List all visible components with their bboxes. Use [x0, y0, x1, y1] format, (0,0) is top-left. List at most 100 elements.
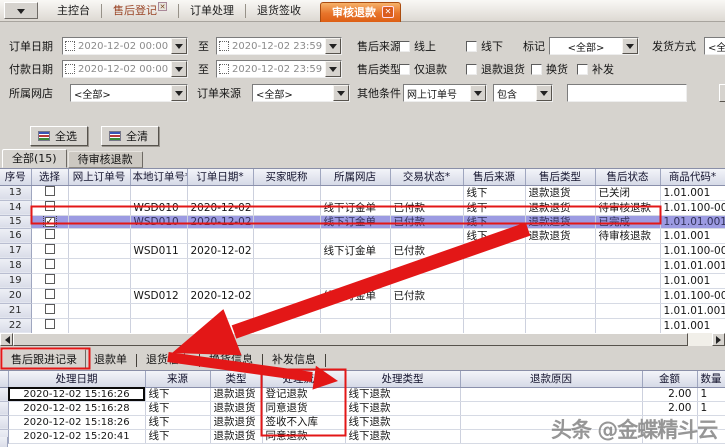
- row-select-cell[interactable]: [31, 185, 68, 200]
- dropdown-button[interactable]: [171, 85, 187, 101]
- table-row[interactable]: 181.01.01.001: [0, 258, 725, 273]
- table-row[interactable]: 14WSD0102020-12-02 15线下订金单已付款线下退款退货待审核退款…: [0, 200, 725, 215]
- column-header[interactable]: 售后状态: [595, 169, 660, 185]
- filter-checkbox[interactable]: 线上: [399, 38, 436, 54]
- scroll-left-button[interactable]: [0, 333, 13, 346]
- row-checkbox[interactable]: [45, 217, 55, 227]
- tab-active[interactable]: 审核退款✕: [320, 2, 401, 22]
- tab-item[interactable]: 售后登记✕: [102, 0, 178, 22]
- ship-method-combo[interactable]: <全部: [704, 37, 725, 55]
- table-row[interactable]: 211.01.01.001: [0, 303, 725, 318]
- column-header[interactable]: 网上订单号: [68, 169, 130, 185]
- column-header[interactable]: 买家昵称: [253, 169, 320, 185]
- column-header[interactable]: 类型: [210, 371, 262, 387]
- date-enable-checkbox[interactable]: [219, 64, 229, 74]
- bottom-tab[interactable]: 退款单: [86, 351, 135, 369]
- row-select-cell[interactable]: [31, 258, 68, 273]
- checkbox-box[interactable]: [531, 64, 542, 75]
- row-select-cell[interactable]: [31, 318, 68, 333]
- other-condition-input[interactable]: [567, 84, 687, 102]
- dropdown-button[interactable]: [325, 38, 341, 54]
- column-header[interactable]: 处理类型: [345, 371, 460, 387]
- view-tab[interactable]: 全部(15): [2, 149, 67, 168]
- checkbox-box[interactable]: [577, 64, 588, 75]
- row-checkbox[interactable]: [45, 259, 55, 269]
- row-checkbox[interactable]: [45, 289, 55, 299]
- column-header[interactable]: 售后类型: [525, 169, 595, 185]
- order-source-combo[interactable]: <全部>: [252, 84, 350, 102]
- log-row[interactable]: 2020-12-02 15:16:28线下退款退货同意退货线下退款2.001: [0, 401, 725, 415]
- table-row[interactable]: 221.01.001: [0, 318, 725, 333]
- dropdown-button[interactable]: [171, 61, 187, 77]
- clipped-button[interactable]: [719, 84, 725, 102]
- scroll-right-button[interactable]: [712, 333, 725, 346]
- close-icon[interactable]: ✕: [382, 6, 394, 18]
- dropdown-button[interactable]: [470, 85, 486, 101]
- row-select-cell[interactable]: [31, 228, 68, 243]
- view-tab[interactable]: 待审核退款: [68, 151, 143, 168]
- column-header[interactable]: 选择: [31, 169, 68, 185]
- bottom-tab[interactable]: 退货信息: [138, 351, 198, 369]
- table-row[interactable]: 191.01.001: [0, 273, 725, 288]
- dropdown-button[interactable]: [333, 85, 349, 101]
- column-header[interactable]: 处理流程: [262, 371, 345, 387]
- tab-list-dropdown-button[interactable]: [4, 2, 38, 19]
- pay-date-to-combo[interactable]: 2020-12-02 23:59: [216, 60, 342, 78]
- dropdown-button[interactable]: [622, 38, 638, 54]
- bottom-tab[interactable]: 换货信息: [201, 351, 261, 369]
- other-field-combo[interactable]: 网上订单号: [403, 84, 487, 102]
- dropdown-button[interactable]: [536, 85, 552, 101]
- filter-checkbox[interactable]: 补发: [577, 61, 614, 77]
- other-operator-combo[interactable]: 包含: [493, 84, 553, 102]
- select-all-button[interactable]: 全选: [30, 126, 88, 146]
- row-checkbox[interactable]: [45, 229, 55, 239]
- close-icon[interactable]: ✕: [158, 2, 167, 11]
- column-header[interactable]: 商品代码*: [660, 169, 725, 185]
- column-header[interactable]: 数量: [697, 371, 725, 387]
- clear-all-button[interactable]: 全清: [101, 126, 159, 146]
- filter-checkbox[interactable]: 仅退款: [399, 61, 447, 77]
- date-enable-checkbox[interactable]: [65, 64, 75, 74]
- table-row[interactable]: 20WSD0122020-12-02 15线下订金单已付款1.01.100-00…: [0, 288, 725, 303]
- order-date-to-combo[interactable]: 2020-12-02 23:59: [216, 37, 342, 55]
- checkbox-box[interactable]: [399, 64, 410, 75]
- filter-checkbox[interactable]: 线下: [466, 38, 503, 54]
- log-row[interactable]: 2020-12-02 15:16:26线下退款退货登记退款线下退款2.001: [0, 387, 725, 401]
- dropdown-button[interactable]: [171, 38, 187, 54]
- tab-item[interactable]: 订单处理: [179, 0, 245, 22]
- pay-date-from-combo[interactable]: 2020-12-02 00:00: [62, 60, 188, 78]
- column-header[interactable]: 退款原因: [460, 371, 642, 387]
- row-select-cell[interactable]: [31, 200, 68, 215]
- column-header[interactable]: 所属网店: [320, 169, 390, 185]
- column-header[interactable]: 处理日期: [8, 371, 145, 387]
- column-header[interactable]: 序号: [0, 169, 31, 185]
- checkbox-box[interactable]: [399, 41, 410, 52]
- row-select-cell[interactable]: [31, 215, 68, 228]
- tab-item[interactable]: 退货签收: [246, 0, 312, 22]
- order-date-from-combo[interactable]: 2020-12-02 00:00: [62, 37, 188, 55]
- row-checkbox[interactable]: [45, 319, 55, 329]
- row-select-cell[interactable]: [31, 303, 68, 318]
- row-checkbox[interactable]: [45, 274, 55, 284]
- mark-combo[interactable]: <全部>: [549, 37, 639, 55]
- table-row[interactable]: 16线下退款退货待审核退款1.01.001: [0, 228, 725, 243]
- table-row[interactable]: 13线下退款退货已关闭1.01.001: [0, 185, 725, 200]
- row-select-cell[interactable]: [31, 243, 68, 258]
- row-checkbox[interactable]: [45, 244, 55, 254]
- column-header[interactable]: 来源: [145, 371, 210, 387]
- column-header[interactable]: 金额: [642, 371, 697, 387]
- checkbox-box[interactable]: [466, 41, 477, 52]
- date-enable-checkbox[interactable]: [219, 41, 229, 51]
- shop-combo[interactable]: <全部>: [70, 84, 188, 102]
- column-header[interactable]: 交易状态*: [390, 169, 463, 185]
- filter-checkbox[interactable]: 退款退货: [466, 61, 525, 77]
- date-enable-checkbox[interactable]: [65, 41, 75, 51]
- horizontal-scrollbar[interactable]: [0, 333, 725, 346]
- row-checkbox[interactable]: [45, 201, 55, 211]
- dropdown-button[interactable]: [325, 61, 341, 77]
- scrollbar-thumb[interactable]: [13, 333, 688, 346]
- table-row[interactable]: 15WSD0102020-12-02 15线下订金单已付款线下退款退货已完成1.…: [0, 215, 725, 228]
- column-header[interactable]: 售后来源: [463, 169, 525, 185]
- checkbox-box[interactable]: [466, 64, 477, 75]
- tab-item[interactable]: 主控台: [46, 0, 101, 22]
